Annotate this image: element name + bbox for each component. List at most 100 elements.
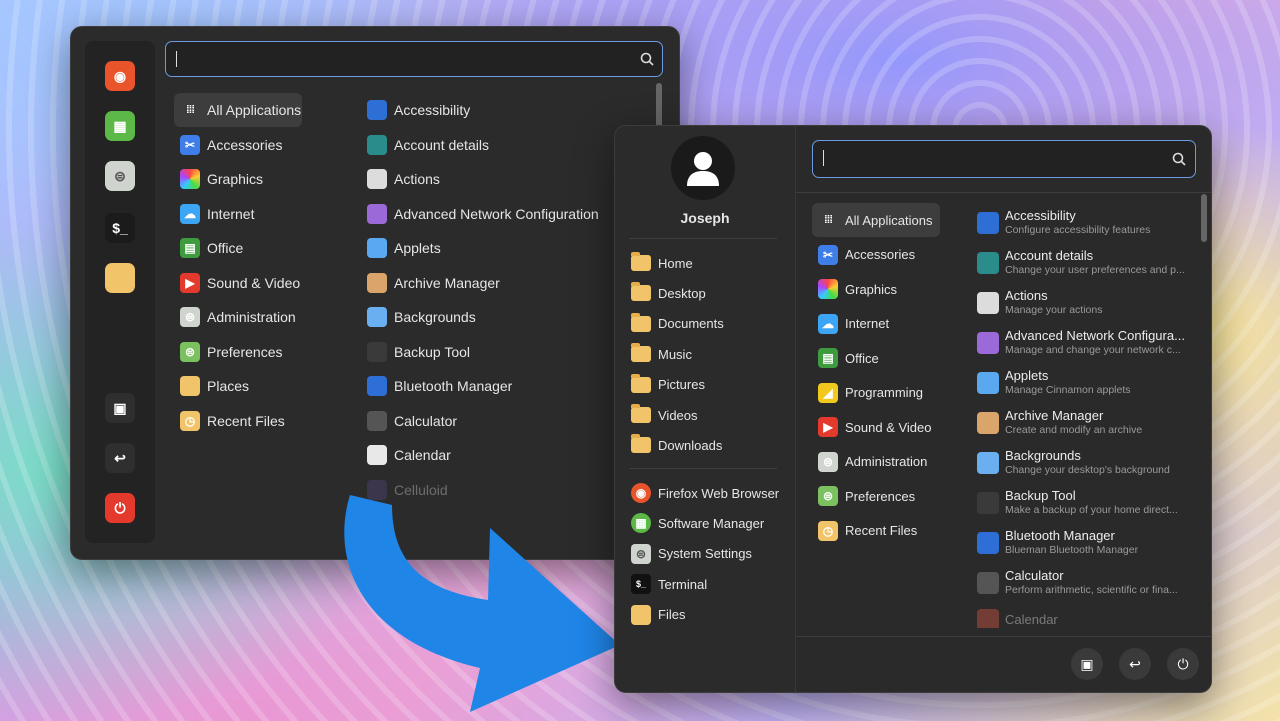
app-icon [977,451,999,474]
favorite-label: Terminal [658,576,708,592]
app-icon [977,211,999,234]
app-label: Advanced Network Configura... [1005,329,1185,343]
place-label: Home [658,255,693,271]
place-music[interactable]: Music [631,339,692,369]
app-description: Perform arithmetic, scientific or fina..… [1005,583,1178,596]
place-videos[interactable]: Videos [631,400,698,430]
app-description: Change your desktop's background [1005,463,1170,476]
folder-icon [631,343,651,363]
favorite-terminal[interactable]: $_ Terminal [631,569,707,599]
app-item[interactable]: Backup Tool Make a backup of your home di… [977,489,1190,516]
app-item[interactable]: Actions Manage your actions [977,289,1190,316]
place-documents[interactable]: Documents [631,309,724,339]
app-item[interactable]: Calculator Perform arithmetic, scientific… [977,569,1190,596]
app-text: Actions Manage your actions [1005,289,1190,316]
favorite-firefox-web-browser[interactable]: ◉ Firefox Web Browser [631,478,779,508]
app-icon [977,251,999,274]
app-icon [977,371,999,394]
logout-icon: ↩ [1129,655,1141,672]
place-desktop[interactable]: Desktop [631,278,706,308]
favorite-label: Firefox Web Browser [658,485,780,501]
favorite-software-manager[interactable]: ▦ Software Manager [631,508,764,538]
app-text: Calendar [1005,613,1190,628]
app-item[interactable]: Archive Manager Create and modify an arch… [977,409,1190,436]
terminal-icon: $_ [631,574,651,595]
app-item[interactable]: Account details Change your user preferen… [977,249,1190,276]
app-label: Calculator [1005,569,1064,583]
app-label: Actions [1005,289,1048,303]
folder-icon [631,282,651,302]
app-label: Accessibility [1005,209,1076,223]
divider [629,238,777,239]
favorite-files[interactable]: Files [631,600,685,630]
favorite-system-settings[interactable]: ⊜ System Settings [631,539,752,569]
app-description: Manage and change your network c... [1005,343,1181,356]
favorite-label: Software Manager [658,515,765,531]
folder-icon [631,312,651,332]
app-label: Account details [1005,249,1094,263]
app-description: Change your user preferences and p... [1005,263,1185,276]
new-menu-window: Joseph Home Desktop Documents Music Pictures… [614,125,1212,693]
app-text: Bluetooth Manager Blueman Bluetooth Manag… [1005,529,1190,556]
app-icon [977,491,999,514]
lock-icon: ▣ [1080,655,1094,672]
place-pictures[interactable]: Pictures [631,370,705,400]
app-description: Make a backup of your home direct... [1005,503,1178,516]
user-name: Joseph [680,210,730,226]
folder-icon [631,434,651,454]
folder-icon [631,252,651,271]
app-icon [977,609,999,628]
app-text: Backup Tool Make a backup of your home di… [1005,489,1190,516]
folder-icon [631,404,651,423]
place-label: Desktop [658,285,706,301]
app-label: Applets [1005,369,1049,383]
place-label: Videos [658,407,698,423]
settings-icon: ⊜ [631,543,651,564]
app-item[interactable]: Applets Manage Cinnamon applets [977,369,1190,396]
avatar[interactable] [671,136,735,200]
app-item[interactable]: Bluetooth Manager Blueman Bluetooth Manag… [977,529,1190,556]
app-text: Advanced Network Configura... Manage and … [1005,329,1190,356]
app-text: Archive Manager Create and modify an arch… [1005,409,1190,436]
app-item[interactable]: Calendar [977,609,1190,628]
scrollbar[interactable] [1201,194,1207,242]
app-text: Backgrounds Change your desktop's backgro… [1005,449,1190,476]
power-icon: ⏻ [1177,655,1189,672]
user-icon [687,152,719,186]
power-button[interactable]: ⏻ [1167,648,1199,680]
divider [629,468,777,469]
sidebar: Joseph Home Desktop Documents Music Pictures… [615,126,796,692]
software-manager-icon: ▦ [631,513,651,534]
app-label: Backup Tool [1005,489,1076,503]
favorite-label: System Settings [658,546,752,562]
place-label: Music [658,346,692,362]
place-downloads[interactable]: Downloads [631,430,722,460]
app-label: Archive Manager [1005,409,1104,423]
app-item[interactable]: Accessibility Configure accessibility fea… [977,209,1190,236]
place-label: Documents [658,316,724,332]
app-icon [977,331,999,354]
app-icon [977,411,999,434]
app-description: Manage Cinnamon applets [1005,383,1131,396]
folder-icon [631,604,651,625]
app-label: Calendar [1005,612,1058,627]
folder-icon [631,373,651,393]
app-item[interactable]: Backgrounds Change your desktop's backgro… [977,449,1190,476]
app-text: Applets Manage Cinnamon applets [1005,369,1190,396]
app-item[interactable]: Advanced Network Configura... Manage and … [977,329,1190,356]
place-label: Pictures [658,377,705,393]
app-icon [977,571,999,594]
app-label: Bluetooth Manager [1005,529,1115,543]
app-icon [977,291,999,314]
logout-button[interactable]: ↩ [1119,648,1151,680]
app-text: Account details Change your user preferen… [1005,249,1190,276]
app-icon [977,531,999,554]
app-description: Blueman Bluetooth Manager [1005,543,1139,556]
place-home[interactable]: Home [631,248,693,278]
lock-button[interactable]: ▣ [1071,648,1103,680]
divider [796,636,1211,637]
app-text: Accessibility Configure accessibility fea… [1005,209,1190,236]
app-description: Configure accessibility features [1005,223,1151,236]
favorite-label: Files [658,607,686,623]
app-description: Create and modify an archive [1005,423,1143,436]
